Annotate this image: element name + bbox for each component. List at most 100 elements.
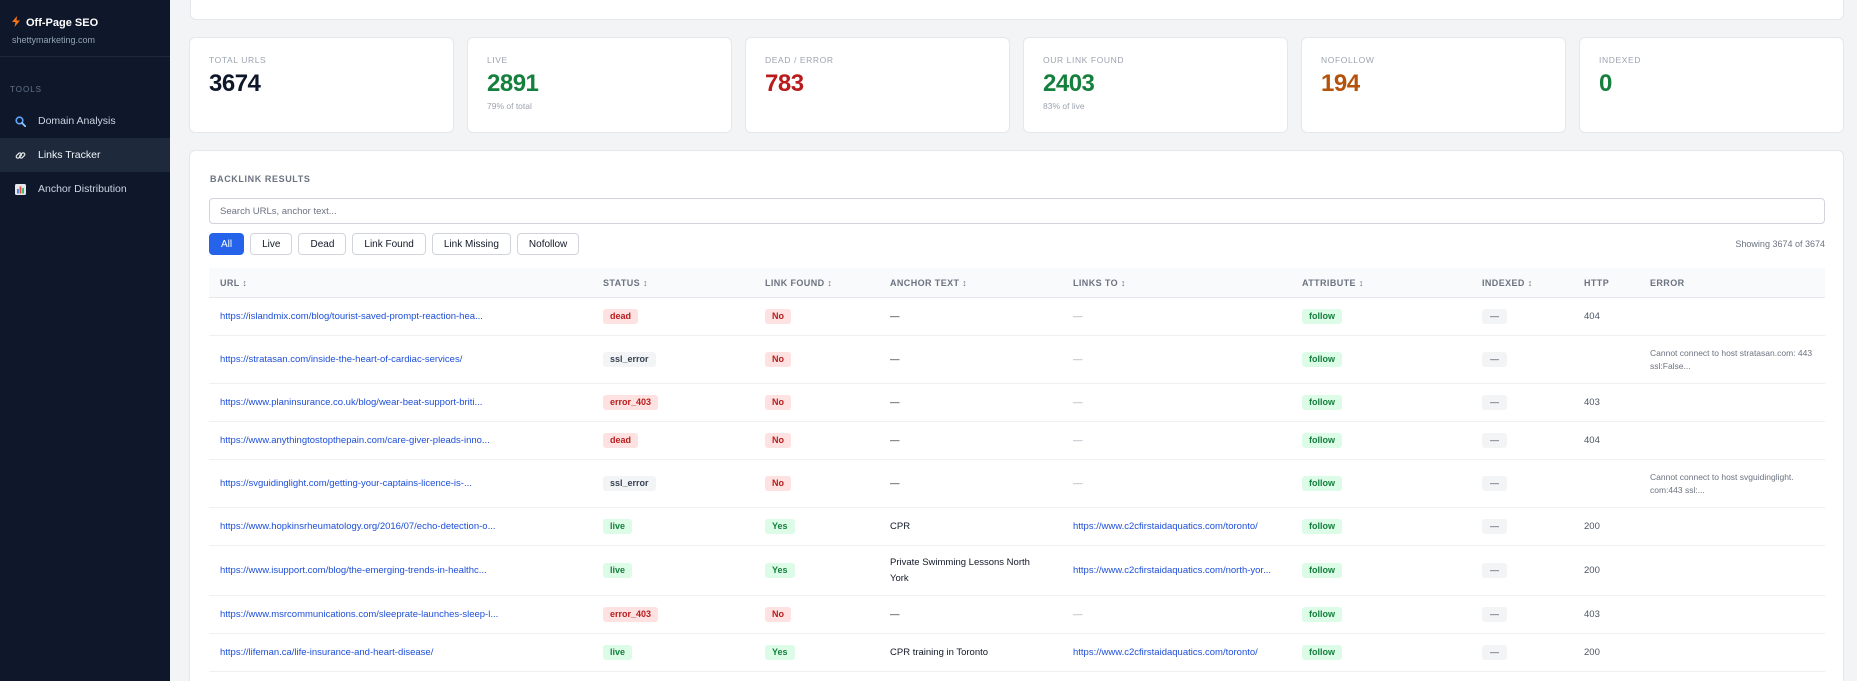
links-to: — [1073, 435, 1083, 446]
indexed-badge: — [1482, 351, 1507, 368]
table-row: https://svguidinglight.com/getting-your-… [209, 460, 1825, 508]
column-header-indexed[interactable]: INDEXED ↕ [1471, 278, 1573, 288]
table-row: https://lifeman.ca/life-insurance-and-he… [209, 634, 1825, 672]
attribute-badge: follow [1302, 432, 1342, 449]
brand: Off-Page SEO shettymarketing.com [0, 0, 170, 57]
filter-link-found-button[interactable]: Link Found [352, 233, 426, 255]
attribute-badge: follow [1302, 308, 1342, 325]
stat-card-nofollow: NOFOLLOW 194 [1301, 37, 1566, 133]
column-header-error: ERROR [1650, 277, 1685, 288]
column-header-links-to[interactable]: LINKS TO ↕ [1062, 278, 1291, 288]
stat-value: 783 [765, 70, 804, 97]
brand-title-text: Off-Page SEO [26, 16, 99, 29]
anchor-text: — [890, 311, 900, 322]
anchor-text: — [890, 397, 900, 408]
anchor-text: CPR [890, 521, 911, 532]
anchor-text: — [890, 478, 900, 489]
brand-title[interactable]: Off-Page SEO [12, 16, 158, 29]
filter-live-button[interactable]: Live [250, 233, 293, 255]
column-header-status[interactable]: STATUS ↕ [592, 278, 754, 288]
links-to: — [1073, 397, 1083, 408]
row-url-link[interactable]: https://www.planinsurance.co.uk/blog/wea… [220, 397, 482, 408]
link-icon [14, 149, 26, 161]
sidebar-item-anchor-distribution[interactable]: Anchor Distribution [0, 172, 170, 206]
table-row: https://www.isupport.com/blog/the-emergi… [209, 546, 1825, 596]
stat-value: 194 [1321, 70, 1360, 97]
links-to-link[interactable]: https://www.c2cfirstaidaquatics.com/toro… [1073, 647, 1258, 658]
lightning-icon [12, 16, 20, 29]
link-found-badge: No [765, 432, 791, 449]
anchor-text: CPR training in Toronto [890, 647, 989, 658]
stat-label: OUR LINK FOUND [1043, 55, 1125, 65]
column-header-attribute[interactable]: ATTRIBUTE ↕ [1291, 278, 1471, 288]
filter-buttons: All Live Dead Link Found Link Missing No… [209, 233, 580, 255]
indexed-badge: — [1482, 562, 1507, 579]
link-found-badge: Yes [765, 518, 795, 535]
status-badge: dead [603, 308, 639, 325]
stat-card-indexed: INDEXED 0 [1579, 37, 1844, 133]
row-url-link[interactable]: https://www.isupport.com/blog/the-emergi… [220, 565, 487, 576]
indexed-badge: — [1482, 644, 1507, 661]
link-found-badge: No [765, 308, 791, 325]
search-input[interactable] [209, 198, 1825, 224]
row-url-link[interactable]: https://www.anythingtostopthepain.com/ca… [220, 435, 490, 446]
table-row: https://www.planinsurance.co.uk/blog/wea… [209, 384, 1825, 422]
filter-all-button[interactable]: All [209, 233, 245, 255]
table-row: https://islandmix.com/blog/tourist-saved… [209, 298, 1825, 336]
row-url-link[interactable]: https://svguidinglight.com/getting-your-… [220, 478, 472, 489]
row-url-link[interactable]: https://lifeman.ca/life-insurance-and-he… [220, 647, 433, 658]
stat-card-total-urls: TOTAL URLS 3674 [189, 37, 454, 133]
stat-card-live: LIVE 2891 79% of total [467, 37, 732, 133]
sidebar-item-domain-analysis[interactable]: Domain Analysis [0, 104, 170, 138]
anchor-text: — [890, 609, 900, 620]
stat-note: 79% of total [487, 101, 532, 111]
status-badge: live [603, 518, 633, 535]
attribute-badge: follow [1302, 394, 1342, 411]
filter-dead-button[interactable]: Dead [298, 233, 347, 255]
column-header-url[interactable]: URL ↕ [209, 278, 592, 288]
filter-nofollow-button[interactable]: Nofollow [516, 233, 580, 255]
attribute-badge: follow [1302, 518, 1342, 535]
anchor-text: — [890, 435, 900, 446]
stat-label: LIVE [487, 55, 508, 65]
column-header-anchor-text[interactable]: ANCHOR TEXT ↕ [879, 278, 1062, 288]
stat-card-our-link-found: OUR LINK FOUND 2403 83% of live [1023, 37, 1288, 133]
status-badge: error_403 [603, 606, 659, 623]
attribute-badge: follow [1302, 475, 1342, 492]
backlink-table: URL ↕ STATUS ↕ LINK FOUND ↕ ANCHOR TEXT … [209, 268, 1825, 672]
sidebar-item-label: Anchor Distribution [38, 183, 127, 195]
top-card [190, 0, 1844, 20]
stat-value: 2403 [1043, 70, 1095, 97]
table-row: https://www.msrcommunications.com/sleepr… [209, 596, 1825, 634]
magnifier-icon [14, 115, 26, 127]
link-found-badge: Yes [765, 562, 795, 579]
http-code: 404 [1584, 435, 1600, 446]
links-to-link[interactable]: https://www.c2cfirstaidaquatics.com/nort… [1073, 565, 1271, 576]
attribute-badge: follow [1302, 351, 1342, 368]
filter-link-missing-button[interactable]: Link Missing [431, 233, 511, 255]
backlink-results-panel: BACKLINK RESULTS All Live Dead Link Foun… [189, 150, 1844, 681]
column-header-link-found[interactable]: LINK FOUND ↕ [754, 278, 879, 288]
row-url-link[interactable]: https://stratasan.com/inside-the-heart-o… [220, 354, 462, 365]
row-url-link[interactable]: https://islandmix.com/blog/tourist-saved… [220, 311, 483, 322]
http-code: 200 [1584, 521, 1600, 532]
indexed-badge: — [1482, 475, 1507, 492]
row-url-link[interactable]: https://www.msrcommunications.com/sleepr… [220, 609, 498, 620]
stat-label: NOFOLLOW [1321, 55, 1375, 65]
links-to: — [1073, 354, 1083, 365]
results-count: Showing 3674 of 3674 [1735, 239, 1825, 249]
anchor-text: Private Swimming Lessons North York [890, 557, 1030, 584]
sidebar-item-label: Links Tracker [38, 149, 101, 161]
tools-section-label: TOOLS [10, 85, 42, 94]
indexed-badge: — [1482, 432, 1507, 449]
table-header: URL ↕ STATUS ↕ LINK FOUND ↕ ANCHOR TEXT … [209, 268, 1825, 298]
row-url-link[interactable]: https://www.hopkinsrheumatology.org/2016… [220, 521, 496, 532]
stat-value: 2891 [487, 70, 539, 97]
links-to: — [1073, 609, 1083, 620]
error-text: Cannot connect to host stratasan.com: 44… [1650, 347, 1813, 371]
links-to: — [1073, 478, 1083, 489]
table-row: https://www.hopkinsrheumatology.org/2016… [209, 508, 1825, 546]
sidebar-item-links-tracker[interactable]: Links Tracker [0, 138, 170, 172]
links-to-link[interactable]: https://www.c2cfirstaidaquatics.com/toro… [1073, 521, 1258, 532]
http-code: 403 [1584, 397, 1600, 408]
